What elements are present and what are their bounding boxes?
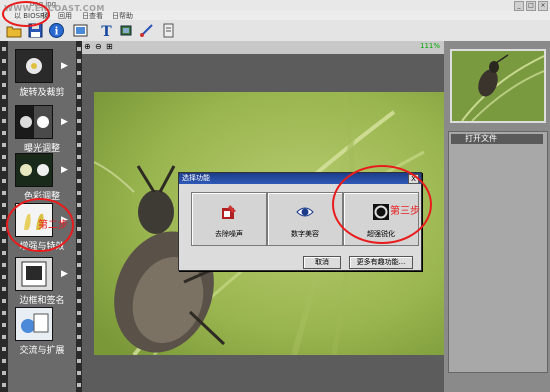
expand-arrow-icon[interactable]: ▶	[61, 117, 68, 127]
zoom-in-icon[interactable]: ⊕	[84, 42, 91, 51]
expand-arrow-icon[interactable]: ▶	[61, 61, 68, 71]
navigator-thumbnail[interactable]	[450, 49, 546, 123]
zoom-level: 111%	[419, 42, 440, 50]
digital-beauty-label: 数字美容	[291, 230, 319, 238]
print-icon[interactable]	[160, 22, 177, 39]
step2-annotation: 第二步	[38, 220, 68, 231]
color-thumbnail	[15, 153, 53, 187]
exposure-thumbnail	[15, 105, 53, 139]
text-icon[interactable]: T	[98, 22, 115, 40]
minimize-button[interactable]: _	[514, 1, 524, 11]
fit-icon[interactable]: ⊞	[106, 42, 113, 51]
share-extend-thumbnail	[15, 307, 53, 341]
right-panel: 打开文件	[444, 41, 550, 392]
denoise-button[interactable]: 去除噪声	[191, 192, 267, 246]
more-functions-button[interactable]: 更多有趣功能...	[349, 256, 413, 269]
denoise-label: 去除噪声	[215, 230, 243, 238]
sidebar-item-color[interactable]: ▶ 色彩调整	[9, 153, 75, 203]
sidebar-item-border-signature[interactable]: ▶ 边框和签名	[9, 257, 75, 307]
dialog-title: 选择功能	[182, 174, 210, 182]
history-list: 打开文件	[448, 131, 548, 373]
sidebar-item-exposure[interactable]: ▶ 曝光调整	[9, 105, 75, 155]
cancel-button[interactable]: 取消	[303, 256, 341, 269]
toolbar: i T	[0, 20, 550, 42]
eye-icon	[296, 203, 314, 221]
zoom-out-icon[interactable]: ⊖	[95, 42, 102, 51]
expand-arrow-icon[interactable]: ▶	[61, 165, 68, 175]
info-icon[interactable]: i	[48, 22, 65, 39]
step3-annotation: 第三步	[390, 206, 420, 217]
expand-arrow-icon[interactable]: ▶	[61, 269, 68, 279]
denoise-icon	[220, 203, 238, 221]
browse-icon[interactable]	[72, 22, 89, 39]
sidebar-item-label: 交流与扩展	[19, 346, 65, 356]
sidebar-item-share-extend[interactable]: 交流与扩展	[9, 307, 75, 357]
crop-icon[interactable]	[118, 22, 135, 39]
border-signature-thumbnail	[15, 257, 53, 291]
sidebar-item-label: 边框和签名	[19, 296, 65, 306]
window-controls: _ □ ×	[514, 1, 548, 11]
svg-text:T: T	[101, 24, 112, 39]
view-toolbar: ⊕ ⊖ ⊞ 111%	[82, 41, 444, 54]
maximize-button[interactable]: □	[526, 1, 536, 11]
history-item[interactable]: 打开文件	[451, 134, 543, 144]
annotation-circle-menu	[2, 1, 50, 27]
sidebar-item-label: 旋转及裁剪	[19, 88, 65, 98]
rotate-crop-thumbnail	[15, 49, 53, 83]
brush-icon[interactable]	[138, 22, 155, 39]
close-window-button[interactable]: ×	[538, 1, 548, 11]
svg-text:i: i	[55, 27, 59, 38]
sidebar-item-rotate-crop[interactable]: ▶ 旋转及裁剪	[9, 49, 75, 99]
